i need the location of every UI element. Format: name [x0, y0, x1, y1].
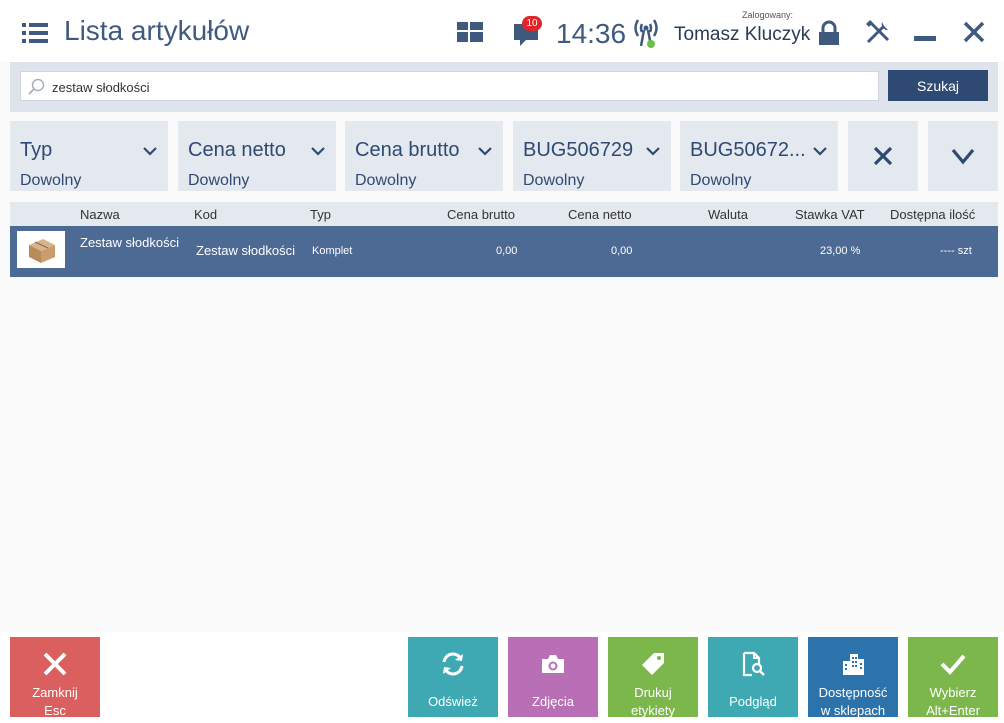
- tag-icon: [642, 653, 664, 675]
- chevron-down-icon: [311, 147, 325, 156]
- filter-bar: Typ Dowolny Cena netto Dowolny Cena brut…: [0, 112, 1004, 200]
- column-header-cena-netto[interactable]: Cena netto: [568, 207, 632, 222]
- search-field[interactable]: [20, 71, 879, 101]
- filter-value: Dowolny: [20, 172, 82, 189]
- select-button-shortcut: Alt+Enter: [926, 703, 980, 718]
- print-labels-button-label-2: etykiety: [630, 703, 676, 718]
- refresh-icon: [442, 652, 464, 676]
- camera-icon: [542, 655, 564, 673]
- user-name: Tomasz Kluczyk: [674, 24, 811, 45]
- document-search-icon: [742, 651, 765, 677]
- search-button[interactable]: Szukaj: [888, 70, 988, 101]
- notification-badge: 10: [522, 16, 542, 31]
- photos-button[interactable]: Zdjęcia: [508, 637, 598, 717]
- lock-icon[interactable]: [818, 20, 840, 46]
- search-input[interactable]: [52, 76, 872, 98]
- column-header-typ[interactable]: Typ: [310, 207, 331, 222]
- chevron-down-icon: [646, 147, 660, 156]
- search-icon: [28, 78, 45, 95]
- refresh-button[interactable]: Odśwież: [408, 637, 498, 717]
- tools-icon[interactable]: [864, 18, 892, 46]
- product-thumbnail: [17, 231, 65, 268]
- close-button-shortcut: Esc: [44, 703, 66, 718]
- print-labels-button-label: Drukuj: [634, 685, 672, 700]
- table-body: Zestaw słodkości Zestaw słodkości Komple…: [10, 226, 998, 632]
- package-icon: [29, 239, 55, 263]
- chevron-down-icon: [951, 148, 975, 165]
- menu-icon[interactable]: [22, 22, 48, 44]
- availability-button[interactable]: Dostępność w sklepach: [808, 637, 898, 718]
- close-icon: [43, 652, 67, 676]
- column-header-waluta[interactable]: Waluta: [708, 207, 748, 222]
- filter-label: BUG506729: [523, 139, 634, 161]
- checkmark-icon: [940, 654, 966, 675]
- filter-value: Dowolny: [523, 172, 585, 189]
- column-header-cena-brutto[interactable]: Cena brutto: [447, 207, 515, 222]
- cell-nazwa: Zestaw słodkości: [80, 235, 179, 250]
- cell-typ: Komplet: [312, 245, 353, 257]
- search-bar: Szukaj: [10, 62, 998, 112]
- filter-bug50672[interactable]: BUG50672... Dowolny: [680, 121, 838, 191]
- select-button[interactable]: Wybierz Alt+Enter: [908, 637, 998, 718]
- filter-value: Dowolny: [188, 172, 250, 189]
- tiles-icon[interactable]: [457, 22, 483, 42]
- cell-kod: Zestaw słodkości: [196, 243, 295, 258]
- filter-cena-brutto[interactable]: Cena brutto Dowolny: [345, 121, 503, 191]
- close-button-label: Zamknij: [32, 685, 78, 700]
- buildings-icon: [843, 654, 864, 675]
- minimize-icon[interactable]: [914, 36, 936, 41]
- column-header-stawka-vat[interactable]: Stawka VAT: [795, 207, 865, 222]
- chevron-down-icon: [478, 147, 492, 156]
- refresh-button-label: Odśwież: [428, 694, 478, 709]
- expand-filters-button[interactable]: [928, 121, 998, 191]
- print-labels-button[interactable]: Drukuj etykiety: [608, 637, 698, 718]
- header: Lista artykułów 10 14:36 Zalogowany: Tom…: [0, 0, 1004, 62]
- availability-button-label-2: w sklepach: [820, 703, 886, 718]
- signal-icon: [634, 19, 658, 48]
- select-button-label: Wybierz: [929, 685, 977, 700]
- app-window: Lista artykułów 10 14:36 Zalogowany: Tom…: [0, 0, 1004, 723]
- close-window-icon[interactable]: [962, 20, 986, 44]
- availability-button-label: Dostępność: [818, 685, 888, 700]
- filter-value: Dowolny: [690, 172, 752, 189]
- column-header-kod[interactable]: Kod: [194, 207, 217, 222]
- clear-filters-button[interactable]: [848, 121, 918, 191]
- logged-in-label: Zalogowany:: [742, 10, 794, 20]
- page-title: Lista artykułów: [64, 15, 250, 46]
- cell-stawka-vat: 23,00 %: [820, 245, 861, 257]
- column-header-dostepna-ilosc[interactable]: Dostępna ilość: [890, 207, 975, 222]
- cell-cena-netto: 0,00: [611, 245, 633, 257]
- close-button[interactable]: Zamknij Esc: [10, 637, 100, 718]
- photos-button-label: Zdjęcia: [532, 694, 574, 709]
- action-bar: Zamknij Esc Odśwież Zdjęcia Drukuj etyki…: [0, 632, 1004, 723]
- table-header: Nazwa Kod Typ Cena brutto Cena netto Wal…: [10, 202, 998, 226]
- filter-cena-netto[interactable]: Cena netto Dowolny: [178, 121, 336, 191]
- filter-label: Cena netto: [188, 139, 286, 161]
- cell-dostepna-ilosc: ---- szt: [940, 245, 972, 257]
- chevron-down-icon: [143, 147, 157, 156]
- clock: 14:36: [556, 18, 627, 49]
- clear-icon: [873, 146, 893, 166]
- filter-label: Typ: [20, 139, 53, 161]
- filter-label: Cena brutto: [355, 139, 460, 161]
- table-row[interactable]: Zestaw słodkości Zestaw słodkości Komple…: [10, 226, 998, 277]
- filter-label: BUG50672...: [690, 139, 806, 161]
- filter-typ[interactable]: Typ Dowolny: [10, 121, 168, 191]
- filter-value: Dowolny: [355, 172, 417, 189]
- cell-cena-brutto: 0,00: [496, 245, 518, 257]
- chevron-down-icon: [813, 147, 827, 156]
- preview-button[interactable]: Podgląd: [708, 637, 798, 717]
- preview-button-label: Podgląd: [729, 694, 777, 709]
- column-header-nazwa[interactable]: Nazwa: [80, 207, 120, 222]
- filter-bug506729[interactable]: BUG506729 Dowolny: [513, 121, 671, 191]
